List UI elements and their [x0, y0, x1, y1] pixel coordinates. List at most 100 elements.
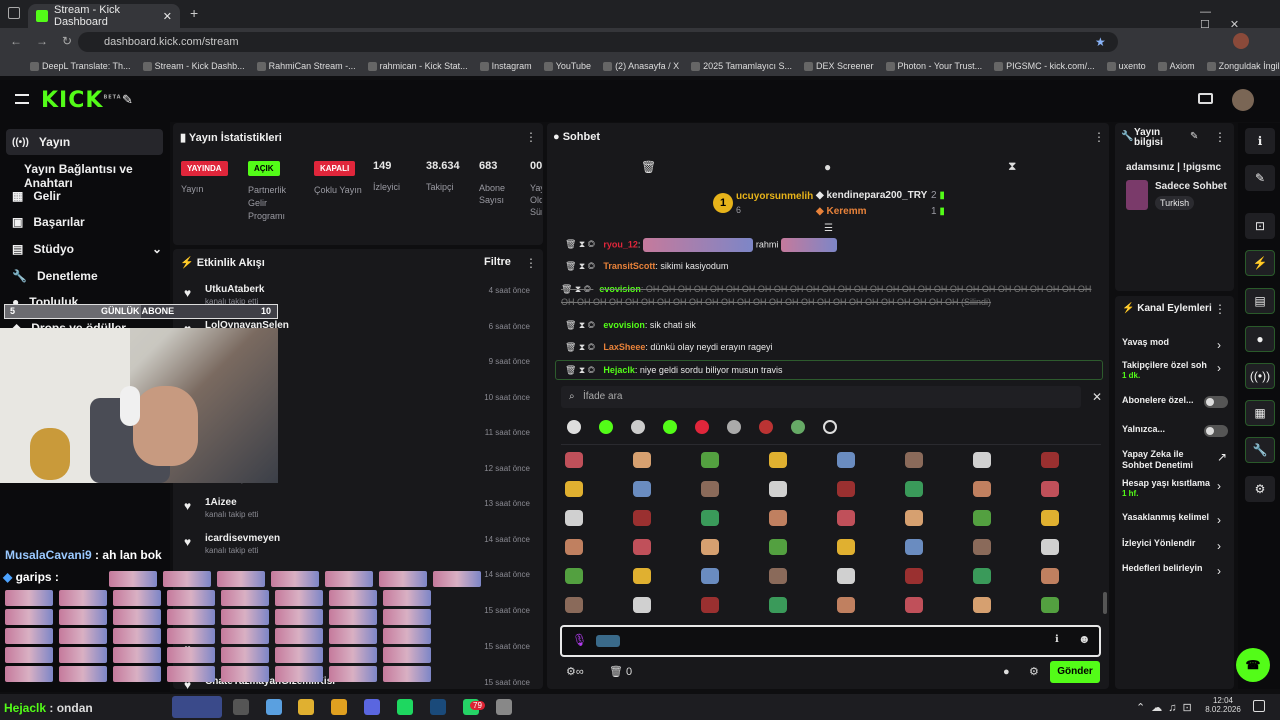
emote-item[interactable] — [837, 597, 855, 613]
bookmark-item[interactable]: DEX Screener — [803, 61, 874, 71]
rail-button-icon[interactable]: ⊡ — [1245, 213, 1275, 239]
bookmark-item[interactable]: rahmican - Kick Stat... — [367, 61, 468, 71]
rail-button-icon[interactable]: ● — [1245, 326, 1275, 352]
emote-item[interactable] — [769, 568, 787, 584]
support-button[interactable]: ☎ — [1236, 648, 1270, 682]
emote-item[interactable] — [973, 510, 991, 526]
bookmark-item[interactable]: Photon - Your Trust... — [885, 61, 982, 71]
bookmark-item[interactable]: Zonguldak İngilizce... — [1206, 61, 1280, 71]
rail-button-icon[interactable]: ▦ — [1245, 400, 1275, 426]
send-button[interactable]: Gönder — [1050, 661, 1100, 683]
emote-item[interactable] — [565, 510, 583, 526]
emote-item[interactable] — [905, 481, 923, 497]
emote-item[interactable] — [1041, 568, 1059, 584]
mic-icon[interactable]: 🎙 — [572, 633, 587, 647]
emote-item[interactable] — [769, 597, 787, 613]
browser-tab[interactable]: Stream - Kick Dashboard ✕ — [28, 4, 180, 28]
bookmark-item[interactable]: Axiom — [1157, 61, 1195, 71]
channel-action-item[interactable]: Yapay Zeka ile Sohbet Denetimi — [1122, 449, 1232, 471]
emote-item[interactable] — [905, 452, 923, 468]
rail-button-icon[interactable]: ℹ — [1245, 128, 1275, 154]
mod-action-icons[interactable]: 🗑 ⧗ ◎ — [565, 342, 597, 352]
chevron-right-icon[interactable]: › — [1217, 539, 1221, 553]
emote-item[interactable] — [1041, 597, 1059, 613]
emote-item[interactable] — [973, 481, 991, 497]
mod-action-icons[interactable]: 🗑 ⧗ ◎ — [565, 239, 597, 249]
emote-item[interactable] — [701, 539, 719, 555]
emote-item[interactable] — [837, 452, 855, 468]
chevron-right-icon[interactable]: › — [1217, 564, 1221, 578]
emote-item[interactable] — [769, 539, 787, 555]
top-user-2[interactable]: ◆ kendinepara200_TRY — [816, 190, 927, 201]
gear-icon[interactable]: ⚙ — [1029, 665, 1039, 678]
rail-button-icon[interactable]: ⚡ — [1245, 250, 1275, 276]
chat-username[interactable]: TransitScott — [603, 261, 655, 271]
nav-item-denetleme[interactable]: 🔧 Denetleme — [12, 269, 162, 283]
bookmark-item[interactable]: YouTube — [543, 61, 591, 71]
nav-item-stream-key[interactable]: Yayın Bağlantısı ve Anahtarı — [24, 162, 174, 190]
emote-item[interactable] — [769, 481, 787, 497]
kick-logo[interactable]: KICKBETA — [41, 88, 122, 113]
bookmark-item[interactable]: Stream - Kick Dashb... — [142, 61, 245, 71]
emote-tab-icon[interactable] — [663, 420, 677, 434]
emote-item[interactable] — [769, 452, 787, 468]
emote-scrollbar[interactable] — [1103, 592, 1107, 614]
tab-search-icon[interactable] — [8, 7, 20, 19]
toggle-switch[interactable] — [1204, 425, 1228, 437]
mod-action-icons[interactable]: 🗑 ⧗ ◎ — [561, 284, 593, 294]
emote-item[interactable] — [565, 597, 583, 613]
emote-item[interactable] — [837, 568, 855, 584]
emote-search-input[interactable]: İfade ara — [561, 386, 1081, 408]
emote-tab-icon[interactable] — [695, 420, 709, 434]
emote-item[interactable] — [837, 539, 855, 555]
system-tray-icons[interactable]: ⌃☁♫⊡ — [1136, 701, 1198, 714]
emote-item[interactable] — [769, 510, 787, 526]
nav-item-basarilar[interactable]: ▣ Başarılar — [12, 215, 162, 229]
monitor-icon[interactable] — [1198, 93, 1213, 104]
emote-item[interactable] — [905, 597, 923, 613]
bookmark-item[interactable]: RahmiCan Stream -... — [256, 61, 356, 71]
nav-item-studyo[interactable]: ▤ Stüdyo ⌄ — [12, 242, 162, 256]
url-input[interactable]: dashboard.kick.com/stream — [78, 32, 1118, 52]
activity-user[interactable]: icardisevmeyen — [205, 533, 280, 544]
channel-action-item[interactable]: Yavaş mod — [1122, 337, 1232, 348]
emote-tab-icon[interactable] — [759, 420, 773, 434]
emote-item[interactable] — [1041, 481, 1059, 497]
emote-item[interactable] — [973, 568, 991, 584]
taskbar-app-icon[interactable] — [266, 699, 282, 715]
emote-item[interactable] — [633, 481, 651, 497]
top-user-3[interactable]: ◆ Keremm — [816, 206, 867, 217]
emote-item[interactable] — [565, 452, 583, 468]
emote-item[interactable] — [837, 510, 855, 526]
taskbar-app-icon[interactable] — [298, 699, 314, 715]
activity-menu-icon[interactable]: ⋮ — [525, 256, 537, 270]
chat-username[interactable]: evovision — [603, 320, 645, 330]
emote-item[interactable] — [973, 452, 991, 468]
channel-action-item[interactable]: Hedefleri belirleyin — [1122, 563, 1232, 574]
user-avatar[interactable] — [1232, 89, 1254, 111]
emote-item[interactable] — [633, 597, 651, 613]
taskbar-app-icon[interactable] — [364, 699, 380, 715]
channel-action-item[interactable]: Yasaklanmış kelimel — [1122, 512, 1232, 523]
emote-item[interactable] — [565, 481, 583, 497]
chat-settings-icon[interactable]: ● — [1003, 666, 1010, 678]
emote-item[interactable] — [1041, 510, 1059, 526]
chat-username[interactable]: ryou_12 — [603, 239, 638, 249]
emote-item[interactable] — [973, 597, 991, 613]
message-icon[interactable]: ● — [824, 160, 831, 174]
taskbar-app-icon[interactable] — [331, 699, 347, 715]
notification-icon[interactable] — [1253, 700, 1265, 712]
channel-action-item[interactable]: Hesap yaşı kısıtlama 1 hf. — [1122, 478, 1232, 498]
chevron-right-icon[interactable]: ↗ — [1217, 450, 1227, 464]
trash-icon[interactable]: 🗑 — [641, 160, 656, 174]
emote-item[interactable] — [633, 568, 651, 584]
filter-button[interactable]: Filtre — [484, 256, 511, 268]
emote-tab-icon[interactable] — [727, 420, 741, 434]
chevron-right-icon[interactable]: › — [1217, 513, 1221, 527]
edit-icon[interactable]: ✎ — [1190, 131, 1198, 142]
emote-item[interactable] — [701, 597, 719, 613]
channel-action-item[interactable]: İzleyici Yönlendir — [1122, 538, 1232, 549]
close-tab-icon[interactable]: ✕ — [163, 10, 172, 23]
activity-user[interactable]: UtkuAtaberk — [205, 284, 264, 295]
clock[interactable]: 12:04 8.02.2026 — [1205, 696, 1241, 714]
